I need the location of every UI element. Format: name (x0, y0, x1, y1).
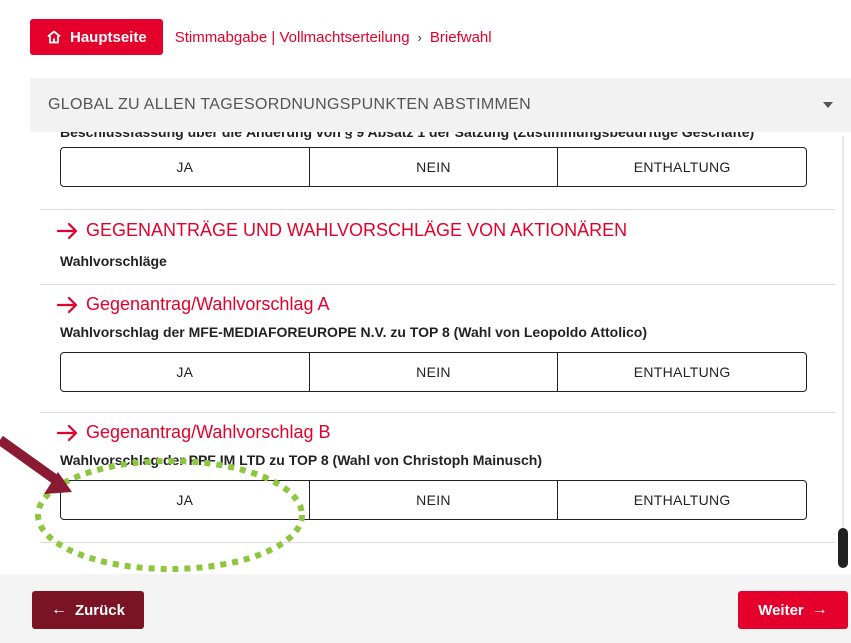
item-heading-text: Gegenantrag/Wahlvorschlag A (86, 294, 330, 314)
page: Hauptseite Stimmabgabe | Vollmachtsertei… (0, 0, 851, 643)
item-heading: Gegenantrag/Wahlvorschlag B (30, 422, 835, 443)
vote-yes-button[interactable]: JA (60, 480, 310, 520)
home-button-label: Hauptseite (70, 28, 147, 46)
item-heading: Gegenantrag/Wahlvorschlag A (30, 294, 835, 315)
vote-abstain-button[interactable]: ENTHALTUNG (558, 352, 808, 392)
home-button[interactable]: Hauptseite (30, 19, 163, 55)
arrow-left-icon: ← (50, 601, 67, 618)
global-vote-label: GLOBAL ZU ALLEN TAGESORDNUNGSPUNKTEN ABS… (48, 96, 531, 113)
arrow-right-icon (56, 222, 78, 239)
breadcrumb-item-briefwahl[interactable]: Briefwahl (430, 29, 492, 46)
footer-bar: ← Zurück Weiter → (0, 574, 851, 643)
chevron-down-icon (823, 102, 833, 108)
back-button[interactable]: ← Zurück (32, 591, 144, 629)
vote-no-button[interactable]: NEIN (309, 352, 559, 392)
arrow-right-icon (56, 424, 78, 441)
breadcrumb-item-stimmabgabe[interactable]: Stimmabgabe | Vollmachtserteilung (175, 29, 410, 46)
vote-abstain-button[interactable]: ENTHALTUNG (558, 147, 808, 187)
home-icon (47, 30, 61, 44)
section-heading: GEGENANTRÄGE UND WAHLVORSCHLÄGE VON AKTI… (30, 220, 835, 241)
next-button[interactable]: Weiter → (738, 591, 848, 629)
vote-yes-button[interactable]: JA (60, 352, 310, 392)
arrow-right-icon (56, 296, 78, 313)
section-heading-text: GEGENANTRÄGE UND WAHLVORSCHLÄGE VON AKTI… (86, 220, 628, 240)
breadcrumb: Stimmabgabe | Vollmachtserteilung › Brie… (175, 29, 492, 46)
divider (40, 542, 835, 543)
scrollbar-thumb[interactable] (838, 528, 848, 568)
arrow-right-icon: → (811, 601, 828, 618)
next-button-label: Weiter (758, 601, 804, 619)
vote-no-button[interactable]: NEIN (309, 147, 559, 187)
agenda-item-wahlvorschlag-a: Gegenantrag/Wahlvorschlag A Wahlvorschla… (30, 285, 835, 413)
section-subtitle: Wahlvorschläge (60, 253, 167, 269)
vote-abstain-button[interactable]: ENTHALTUNG (558, 480, 808, 520)
agenda-item-text: Wahlvorschlag der MFE-MEDIAFOREUROPE N.V… (60, 324, 648, 340)
vote-options: JA NEIN ENTHALTUNG (60, 147, 808, 187)
vote-yes-button[interactable]: JA (60, 147, 310, 187)
agenda-item-wahlvorschlag-b: Gegenantrag/Wahlvorschlag B Wahlvorschla… (30, 413, 835, 543)
top-bar: Hauptseite Stimmabgabe | Vollmachtsertei… (30, 18, 492, 56)
vote-options: JA NEIN ENTHALTUNG (60, 352, 808, 392)
item-heading-text: Gegenantrag/Wahlvorschlag B (86, 422, 331, 442)
back-button-label: Zurück (74, 601, 125, 619)
scrollbar-track[interactable] (842, 136, 844, 568)
breadcrumb-separator: › (417, 29, 422, 45)
vote-options: JA NEIN ENTHALTUNG (60, 480, 808, 520)
agenda-list[interactable]: Beschlussfassung über die Änderung von §… (30, 132, 851, 574)
agenda-item-satzung: Beschlussfassung über die Änderung von §… (30, 132, 835, 210)
section-gegenantraege: GEGENANTRÄGE UND WAHLVORSCHLÄGE VON AKTI… (30, 210, 835, 285)
agenda-item-text: Beschlussfassung über die Änderung von §… (60, 132, 755, 140)
agenda-item-text: Wahlvorschlag der PPF IM LTD zu TOP 8 (W… (60, 452, 543, 468)
vote-no-button[interactable]: NEIN (309, 480, 559, 520)
global-vote-select[interactable]: GLOBAL ZU ALLEN TAGESORDNUNGSPUNKTEN ABS… (30, 78, 851, 132)
